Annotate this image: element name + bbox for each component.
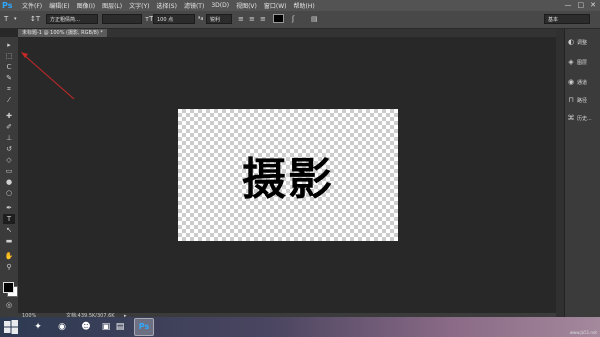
document-tab-bar: 未标题-1 @ 100% (摄影, RGB/8) * [18, 29, 556, 37]
chrome-icon[interactable]: ◉ [52, 318, 72, 336]
menu-layer[interactable]: 图层(L) [102, 1, 122, 10]
minimize-button[interactable]: — [565, 1, 572, 10]
panel-label: 调整 [577, 39, 588, 46]
eraser-tool-icon[interactable]: ◇ [3, 155, 15, 165]
window-controls: — □ ✕ [565, 1, 597, 10]
text-color-swatch[interactable] [273, 14, 284, 23]
history-icon: ⌘ [567, 114, 575, 122]
channels-icon: ◉ [567, 78, 575, 86]
adjustments-icon: ◐ [567, 38, 575, 46]
zoom-tool-icon[interactable]: ⚲ [3, 262, 15, 272]
panel-collapse-strip[interactable] [556, 29, 564, 317]
brush-tool-icon[interactable]: ✐ [3, 122, 15, 132]
pen-tool-icon[interactable]: ✒ [3, 203, 15, 213]
dropdown-arrow-icon[interactable]: ▾ [14, 14, 17, 24]
menu-help[interactable]: 帮助(H) [294, 1, 315, 10]
panel-label: 历史... [577, 115, 592, 122]
menu-items: 文件(F) 编辑(E) 图像(I) 图层(L) 文字(Y) 选择(S) 滤镜(T… [22, 0, 315, 11]
menu-bar: Ps 文件(F) 编辑(E) 图像(I) 图层(L) 文字(Y) 选择(S) 滤… [0, 0, 600, 11]
panel-history[interactable]: ⌘ 历史... [567, 113, 600, 123]
warp-text-icon[interactable]: ʃ [292, 14, 294, 24]
panel-paths[interactable]: ⊓ 路径 [567, 95, 600, 105]
panel-label: 通道 [577, 79, 588, 86]
path-select-tool-icon[interactable]: ↖ [3, 225, 15, 235]
panel-label: 路径 [577, 97, 588, 104]
menu-filter[interactable]: 滤镜(T) [184, 1, 204, 10]
gradient-tool-icon[interactable]: ▭ [3, 166, 15, 176]
canvas-area: 摄影 [18, 37, 556, 313]
panel-label: 图层 [577, 59, 588, 66]
quick-select-tool-icon[interactable]: ✎ [3, 73, 15, 83]
maximize-button[interactable]: □ [578, 1, 585, 10]
align-center-icon[interactable]: ≡ [249, 14, 255, 24]
menu-file[interactable]: 文件(F) [22, 1, 42, 10]
tools-panel: ▸ ⬚ ᑕ ✎ ⌗ ⁄ ✚ ✐ ⊥ ↺ ◇ ▭ ● ○ ✒ T ↖ ▬ ✋ ⚲ … [0, 37, 19, 317]
align-left-icon[interactable]: ≡ [238, 14, 244, 24]
document-canvas[interactable]: 摄影 [178, 109, 398, 241]
qq-icon[interactable]: ☻ [76, 318, 96, 336]
type-tool-icon[interactable]: T [3, 214, 15, 224]
menu-type[interactable]: 文字(Y) [129, 1, 149, 10]
font-size-select[interactable]: 100 点 [153, 14, 195, 24]
annotation-arrow [21, 52, 75, 100]
windows-start-icon[interactable] [3, 319, 19, 335]
lasso-tool-icon[interactable]: ᑕ [3, 62, 15, 72]
menu-3d[interactable]: 3D(D) [211, 2, 229, 9]
dodge-tool-icon[interactable]: ○ [3, 188, 15, 198]
close-button[interactable]: ✕ [590, 1, 596, 10]
right-panel-dock: ◐ 调整 ◈ 图层 ◉ 通道 ⊓ 路径 ⌘ 历史... [564, 29, 600, 317]
menu-view[interactable]: 视图(V) [236, 1, 257, 10]
ps-logo: Ps [2, 1, 13, 10]
marquee-tool-icon[interactable]: ⬚ [3, 51, 15, 61]
hand-tool-icon[interactable]: ✋ [3, 251, 15, 261]
font-family-select[interactable]: 方正粗倩简… [46, 14, 98, 24]
paths-icon: ⊓ [568, 96, 574, 104]
character-panel-icon[interactable]: ▤ [311, 14, 318, 24]
quick-mask-icon[interactable]: ◎ [3, 300, 15, 310]
type-tool-icon[interactable]: T [4, 14, 8, 24]
workspace-select[interactable]: 基本 [544, 14, 590, 24]
anti-alias-icon: ªa [198, 16, 204, 22]
menu-image[interactable]: 图像(I) [77, 1, 95, 10]
panel-layers[interactable]: ◈ 图层 [567, 57, 600, 67]
eyedropper-tool-icon[interactable]: ⁄ [3, 95, 15, 105]
menu-select[interactable]: 选择(S) [156, 1, 177, 10]
text-orientation-icon[interactable]: ↕T [30, 14, 40, 24]
options-bar: T ▾ ↕T 方正粗倩简… ᴛT 100 点 ªa 锐利 ≡ ≡ ≡ ʃ ▤ 基… [0, 11, 600, 29]
stamp-tool-icon[interactable]: ⊥ [3, 133, 15, 143]
move-tool-icon[interactable]: ▸ [3, 40, 15, 50]
taskbar: ✦ ◉ ☻ ▣ ▤ Ps www.jb51.net [0, 317, 600, 337]
taskbar-app-icon[interactable]: ✦ [28, 318, 48, 336]
blur-tool-icon[interactable]: ● [3, 177, 15, 187]
layers-icon: ◈ [568, 58, 574, 66]
photoshop-taskbar-icon[interactable]: Ps [134, 318, 154, 336]
crop-tool-icon[interactable]: ⌗ [3, 84, 15, 94]
document-tab[interactable]: 未标题-1 @ 100% (摄影, RGB/8) * [18, 29, 107, 37]
watermark: www.jb51.net [569, 330, 597, 335]
anti-alias-select[interactable]: 锐利 [206, 14, 232, 24]
panel-channels[interactable]: ◉ 通道 [567, 77, 600, 87]
shape-tool-icon[interactable]: ▬ [3, 236, 15, 246]
healing-tool-icon[interactable]: ✚ [3, 111, 15, 121]
explorer-icon[interactable]: ▤ [110, 318, 130, 336]
panel-adjustments[interactable]: ◐ 调整 [567, 37, 600, 47]
history-brush-tool-icon[interactable]: ↺ [3, 144, 15, 154]
foreground-color-swatch[interactable] [3, 282, 14, 293]
canvas-text-layer[interactable]: 摄影 [178, 109, 398, 241]
menu-window[interactable]: 窗口(W) [264, 1, 287, 10]
menu-edit[interactable]: 编辑(E) [49, 1, 69, 10]
align-right-icon[interactable]: ≡ [260, 14, 266, 24]
font-style-select[interactable] [102, 14, 142, 24]
